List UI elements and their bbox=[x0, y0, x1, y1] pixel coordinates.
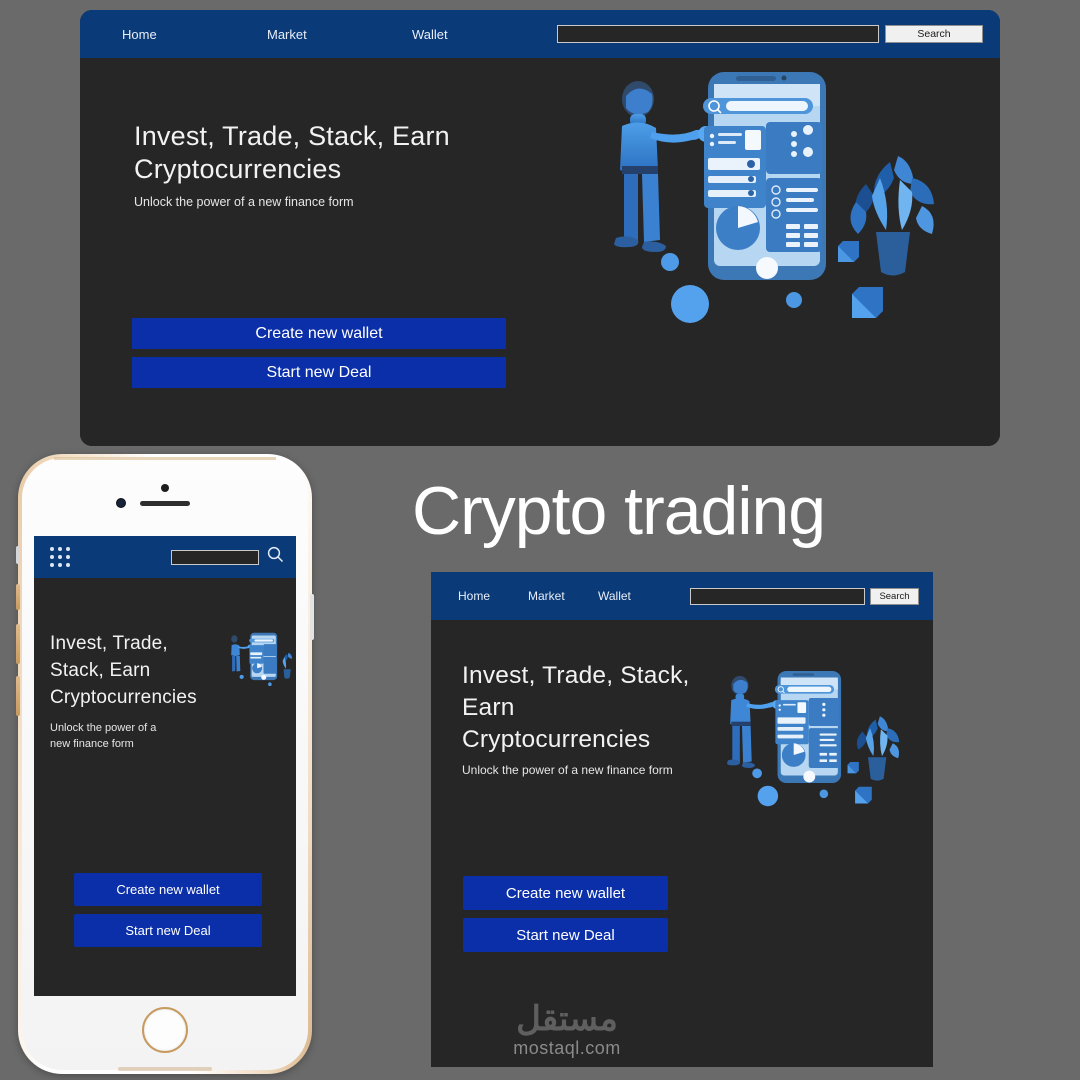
illustration-sphere-small bbox=[752, 768, 762, 779]
illustration-sphere-small bbox=[239, 674, 244, 679]
illustration-cube-large bbox=[855, 786, 872, 804]
phone-cta-group: Create new wallet Start new Deal bbox=[74, 873, 262, 947]
hero-title-line-3: Cryptocurrencies bbox=[462, 725, 651, 753]
desktop-search-area: Search bbox=[557, 25, 983, 43]
phone-power-button[interactable] bbox=[310, 594, 314, 640]
illustration-sphere-large bbox=[757, 785, 779, 807]
phone-screen: Invest, Trade, Stack, Earn Cryptocurrenc… bbox=[34, 536, 296, 996]
illustration-sphere-mid bbox=[786, 292, 802, 308]
illustration-sphere-large bbox=[671, 285, 709, 323]
desktop-hero-copy: Invest, Trade, Stack, Earn Cryptocurrenc… bbox=[134, 120, 474, 209]
illustration-cube-small bbox=[838, 241, 859, 262]
hero-illustration bbox=[714, 658, 924, 823]
hero-illustration bbox=[228, 630, 294, 692]
desktop-mockup: Home Market Wallet Search Invest, Trade,… bbox=[80, 10, 1000, 446]
search-button[interactable]: Search bbox=[870, 587, 919, 605]
phone-front-camera-icon bbox=[161, 484, 169, 492]
grid-menu-icon[interactable] bbox=[50, 547, 70, 567]
tablet-search-area: Search bbox=[690, 587, 919, 605]
phone-navbar bbox=[34, 536, 296, 578]
phone-mockup: Invest, Trade, Stack, Earn Cryptocurrenc… bbox=[16, 454, 314, 1074]
phone-silent-switch[interactable] bbox=[16, 546, 20, 564]
create-new-wallet-button[interactable]: Create new wallet bbox=[463, 876, 668, 910]
page-title: Crypto trading bbox=[412, 473, 826, 549]
tablet-hero: Invest, Trade, Stack, Earn Cryptocurrenc… bbox=[431, 620, 933, 1067]
start-new-deal-button[interactable]: Start new Deal bbox=[463, 918, 668, 952]
tablet-hero-copy: Invest, Trade, Stack, Earn Cryptocurrenc… bbox=[462, 660, 697, 777]
phone-volume-down-button[interactable] bbox=[16, 624, 20, 664]
nav-link-market[interactable]: Market bbox=[267, 27, 412, 42]
illustration-person bbox=[231, 635, 252, 672]
hero-title: Invest, Trade, Stack, Earn Cryptocurrenc… bbox=[462, 660, 697, 756]
hero-subtitle: Unlock the power of a new finance form bbox=[462, 762, 673, 777]
phone-earpiece-speaker bbox=[140, 501, 190, 506]
create-new-wallet-button[interactable]: Create new wallet bbox=[132, 318, 506, 349]
hero-subtitle-line-1: Unlock the power of a bbox=[50, 721, 157, 734]
start-new-deal-button[interactable]: Start new Deal bbox=[132, 357, 506, 388]
search-button[interactable]: Search bbox=[885, 25, 983, 43]
hero-subtitle-line-2: new finance form bbox=[50, 737, 134, 750]
start-new-deal-button[interactable]: Start new Deal bbox=[74, 914, 262, 947]
watermark: مستقل mostaql.com bbox=[477, 1002, 657, 1059]
illustration-plant bbox=[850, 156, 934, 276]
desktop-navbar: Home Market Wallet Search bbox=[80, 10, 1000, 58]
tablet-mockup: Home Market Wallet Search Invest, Trade,… bbox=[431, 572, 933, 1067]
phone-home-button[interactable] bbox=[142, 1007, 188, 1053]
illustration-cube-small bbox=[847, 762, 859, 774]
tablet-cta-group: Create new wallet Start new Deal bbox=[463, 876, 668, 952]
nav-link-home[interactable]: Home bbox=[122, 27, 267, 42]
phone-search-area bbox=[171, 546, 284, 568]
phone-side-button[interactable] bbox=[16, 676, 20, 716]
desktop-nav-links: Home Market Wallet bbox=[80, 27, 557, 42]
illustration-sphere-small bbox=[661, 253, 679, 271]
illustration-cube-large bbox=[852, 287, 883, 318]
create-new-wallet-button[interactable]: Create new wallet bbox=[74, 873, 262, 906]
search-input[interactable] bbox=[171, 549, 259, 565]
hero-subtitle: Unlock the power of a new finance form bbox=[134, 194, 354, 209]
illustration-sphere-mid bbox=[268, 682, 272, 687]
nav-link-wallet[interactable]: Wallet bbox=[412, 27, 557, 42]
illustration-person bbox=[614, 81, 714, 252]
hero-title-line-2: Stack, Earn bbox=[50, 659, 151, 681]
search-input[interactable] bbox=[557, 25, 879, 43]
hero-subtitle: Unlock the power of a new finance form bbox=[50, 721, 225, 753]
phone-antenna-top bbox=[54, 457, 276, 460]
phone-volume-up-button[interactable] bbox=[16, 584, 20, 610]
hero-title: Invest, Trade, Stack, Earn Cryptocurrenc… bbox=[50, 631, 225, 712]
magnifier-icon[interactable] bbox=[267, 546, 284, 568]
hero-title-line-1: Invest, Trade, Stack, bbox=[462, 662, 690, 689]
watermark-latin: mostaql.com bbox=[513, 1038, 621, 1058]
tablet-nav-links: Home Market Wallet bbox=[431, 589, 668, 603]
mockup-stage: Home Market Wallet Search Invest, Trade,… bbox=[0, 0, 1080, 1080]
illustration-phone bbox=[703, 72, 826, 280]
illustration-plant bbox=[282, 652, 293, 679]
desktop-cta-group: Create new wallet Start new Deal bbox=[132, 318, 506, 388]
hero-title-line-1: Invest, Trade, Stack, Earn bbox=[134, 121, 450, 151]
hero-title-line-3: Cryptocurrencies bbox=[50, 686, 197, 708]
hero-title-line-2: Cryptocurrencies bbox=[134, 153, 342, 184]
hero-title: Invest, Trade, Stack, Earn Cryptocurrenc… bbox=[134, 120, 474, 186]
search-input[interactable] bbox=[690, 587, 865, 605]
phone-antenna-bottom bbox=[118, 1067, 212, 1071]
watermark-arabic: مستقل bbox=[516, 1000, 618, 1038]
tablet-navbar: Home Market Wallet Search bbox=[431, 572, 933, 620]
hero-illustration bbox=[590, 66, 980, 336]
illustration-sphere-mid bbox=[819, 789, 829, 799]
phone-hero-copy: Invest, Trade, Stack, Earn Cryptocurrenc… bbox=[50, 631, 225, 753]
nav-link-home[interactable]: Home bbox=[458, 589, 528, 603]
illustration-plant bbox=[856, 716, 900, 781]
nav-link-market[interactable]: Market bbox=[528, 589, 598, 603]
hero-title-line-2: Earn bbox=[462, 693, 515, 721]
nav-link-wallet[interactable]: Wallet bbox=[598, 589, 668, 603]
phone-hero: Invest, Trade, Stack, Earn Cryptocurrenc… bbox=[34, 578, 296, 996]
illustration-phone bbox=[774, 671, 842, 784]
phone-sensor-icon bbox=[116, 498, 126, 508]
hero-title-line-1: Invest, Trade, bbox=[50, 633, 168, 654]
desktop-hero: Invest, Trade, Stack, Earn Cryptocurrenc… bbox=[80, 58, 1000, 446]
illustration-person bbox=[726, 675, 781, 768]
illustration-phone bbox=[249, 632, 278, 681]
